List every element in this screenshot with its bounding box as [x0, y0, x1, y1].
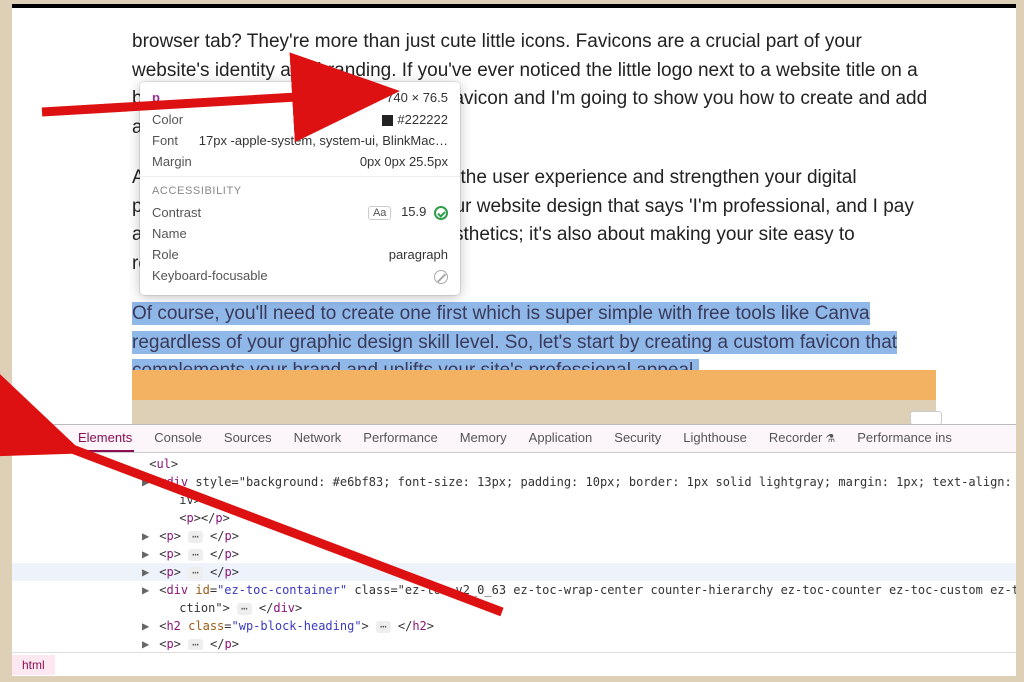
- device-icon: [44, 433, 59, 445]
- dom-line[interactable]: iv>: [12, 491, 1016, 509]
- inspect-icon: [18, 432, 32, 446]
- dom-line[interactable]: <ul>: [12, 455, 1016, 473]
- margin-highlight: [132, 370, 936, 400]
- tooltip-kbd-label: Keyboard-focusable: [152, 268, 268, 283]
- tab-lighthouse[interactable]: Lighthouse: [681, 425, 749, 452]
- tooltip-contrast-label: Contrast: [152, 205, 201, 220]
- tooltip-font-value: 17px -apple-system, system-ui, BlinkMac…: [199, 133, 448, 148]
- scroll-to-top-button[interactable]: [910, 411, 942, 425]
- tooltip-font-label: Font: [152, 133, 178, 148]
- tab-security[interactable]: Security: [612, 425, 663, 452]
- tooltip-name-label: Name: [152, 226, 187, 241]
- devtools-tabs: Elements Console Sources Network Performance…: [76, 425, 954, 452]
- devtools-toolbar: Elements Console Sources Network Performance…: [12, 425, 1016, 453]
- tooltip-role-label: Role: [152, 247, 179, 262]
- tab-performance[interactable]: Performance: [361, 425, 439, 452]
- tab-memory[interactable]: Memory: [458, 425, 509, 452]
- check-icon: [434, 206, 448, 220]
- tooltip-role-value: paragraph: [389, 247, 448, 262]
- tooltip-margin-value: 0px 0px 25.5px: [360, 154, 448, 169]
- tab-recorder[interactable]: Recorder⚗: [767, 425, 837, 452]
- color-swatch-icon: [382, 115, 393, 126]
- tooltip-contrast-value: Aa 15.9: [368, 204, 448, 220]
- dom-line[interactable]: ▶ <h2 class="wp-block-heading"> ⋯ </h2>: [12, 617, 1016, 635]
- breadcrumb-html[interactable]: html: [12, 655, 55, 675]
- devtools-panel: Elements Console Sources Network Performance…: [12, 424, 1016, 676]
- tab-performance-ins[interactable]: Performance ins: [855, 425, 954, 452]
- flask-icon: ⚗: [825, 433, 835, 445]
- tab-elements[interactable]: Elements: [76, 425, 134, 452]
- inspect-element-button[interactable]: [12, 426, 38, 452]
- dom-line[interactable]: ▶ <p> ⋯ </p>: [12, 545, 1016, 563]
- window-top-border: [12, 4, 1016, 8]
- not-focusable-icon: [434, 270, 448, 284]
- tooltip-margin-label: Margin: [152, 154, 192, 169]
- dom-line[interactable]: ▶ <div style="background: #e6bf83; font-…: [12, 473, 1016, 491]
- tooltip-color-label: Color: [152, 112, 183, 127]
- device-toggle-button[interactable]: [38, 426, 64, 452]
- tab-application[interactable]: Application: [527, 425, 595, 452]
- browser-devtools-screenshot: browser tab? They're more than just cute…: [12, 4, 1016, 676]
- tooltip-tag: p: [152, 90, 160, 105]
- tooltip-accessibility-heading: ACCESSIBILITY: [140, 176, 460, 201]
- dom-tree[interactable]: <ul>▶ <div style="background: #e6bf83; f…: [12, 453, 1016, 650]
- tab-sources[interactable]: Sources: [222, 425, 274, 452]
- breadcrumb-bar[interactable]: html: [12, 652, 1016, 676]
- dom-line[interactable]: <p></p>: [12, 509, 1016, 527]
- element-inspect-tooltip: p 740 × 76.5 Color #222222 Font 17px -ap…: [140, 82, 460, 295]
- dom-line[interactable]: ▶ <p> ⋯ </p>: [12, 563, 1016, 581]
- tooltip-kbd-value: [434, 268, 448, 284]
- dom-line[interactable]: ▶ <p> ⋯ </p>: [12, 527, 1016, 545]
- contrast-aa-badge: Aa: [368, 206, 391, 220]
- dom-line[interactable]: ction"> ⋯ </div>: [12, 599, 1016, 617]
- tab-console[interactable]: Console: [152, 425, 204, 452]
- tooltip-color-value: #222222: [382, 112, 448, 127]
- tab-network[interactable]: Network: [292, 425, 344, 452]
- dom-line[interactable]: ▶ <p> ⋯ </p>: [12, 635, 1016, 650]
- dom-line[interactable]: ▶ <div id="ez-toc-container" class="ez-t…: [12, 581, 1016, 599]
- tooltip-dimensions: 740 × 76.5: [386, 90, 448, 105]
